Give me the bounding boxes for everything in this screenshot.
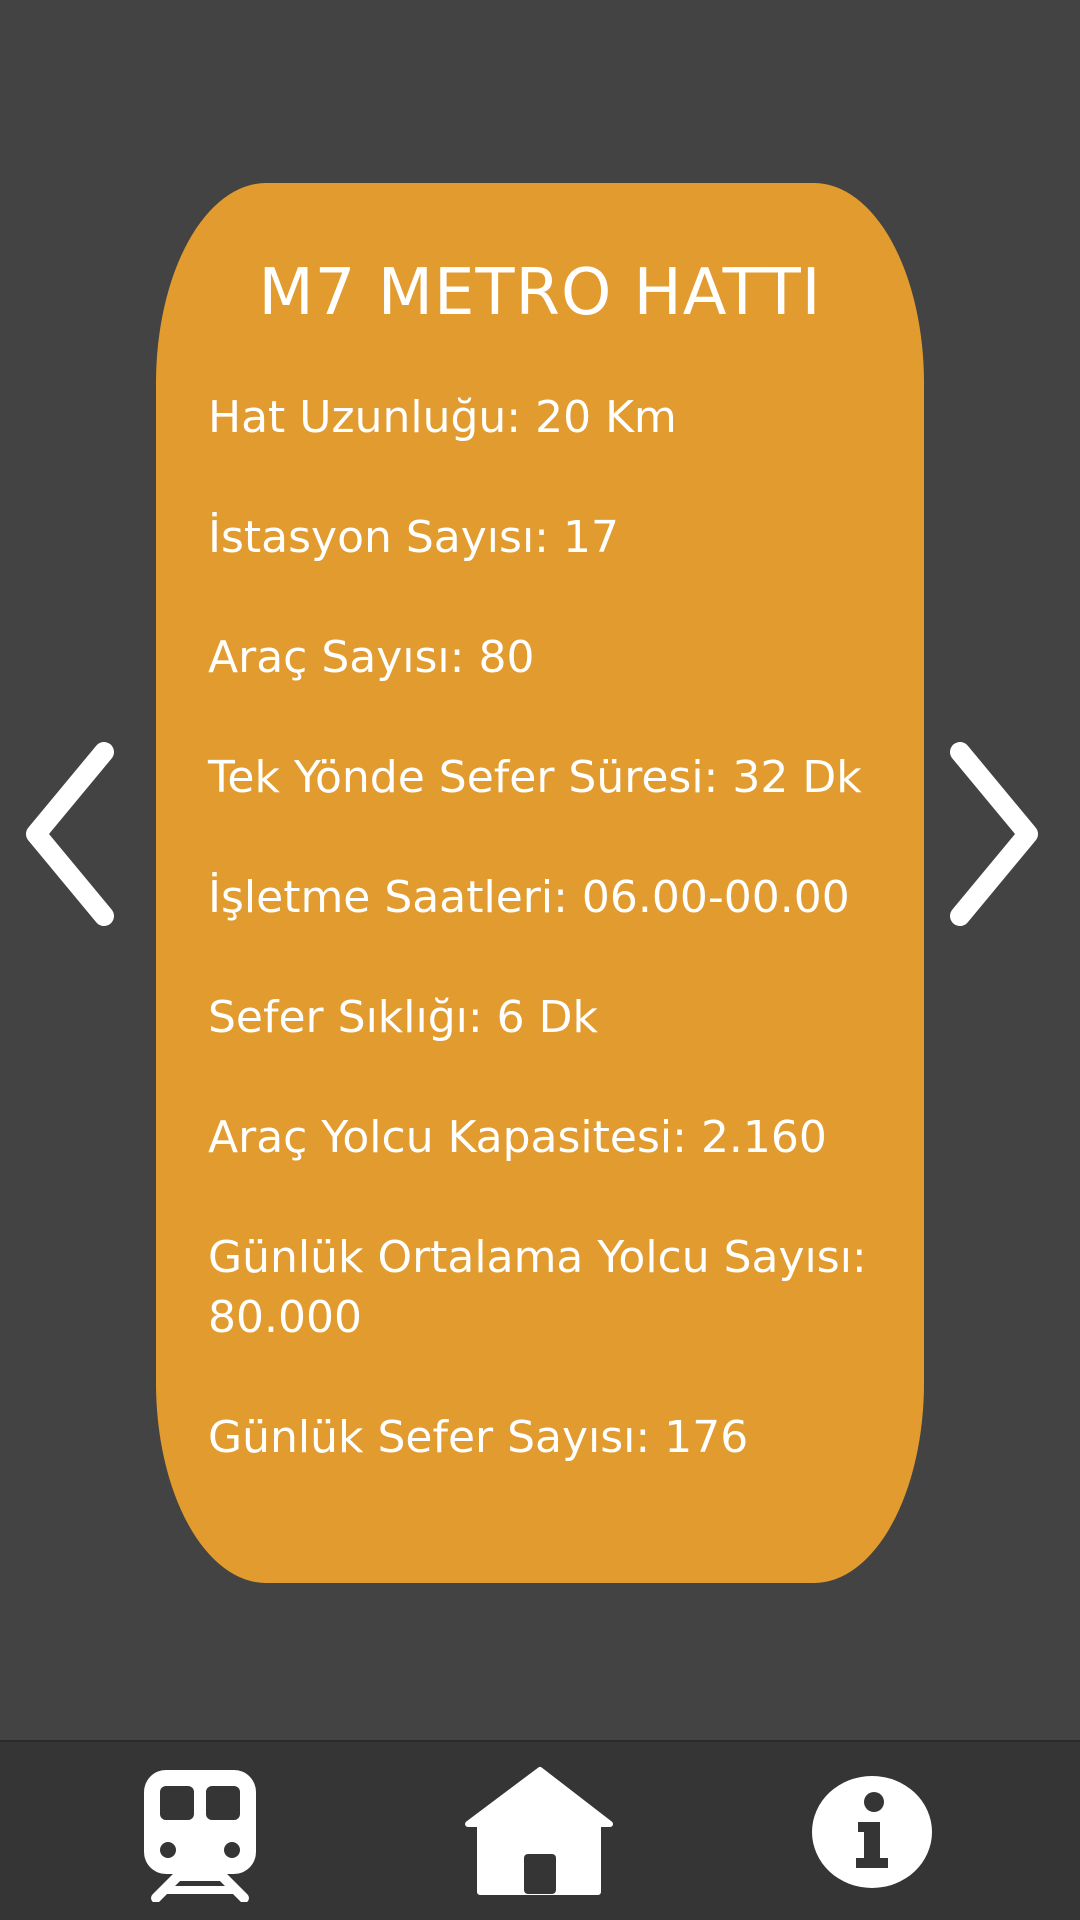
tab-home[interactable]: [460, 1762, 620, 1902]
tab-lines[interactable]: [120, 1762, 280, 1902]
info-row-daily-trips: Günlük Sefer Sayısı: 176: [208, 1412, 749, 1463]
info-row-line-length: Hat Uzunluğu: 20 Km: [208, 392, 677, 443]
bottom-navigation-bar: [0, 1740, 1080, 1920]
info-row-trip-duration: Tek Yönde Sefer Süresi: 32 Dk: [208, 752, 862, 803]
info-row-vehicle-count: Araç Sayısı: 80: [208, 632, 535, 683]
train-icon: [144, 1770, 256, 1902]
previous-line-button[interactable]: [14, 740, 124, 930]
info-icon: [812, 1776, 932, 1888]
info-row-frequency: Sefer Sıklığı: 6 Dk: [208, 992, 599, 1043]
tab-info[interactable]: [792, 1762, 952, 1902]
chevron-right-icon: [950, 742, 1038, 926]
info-row-station-count: İstasyon Sayısı: 17: [208, 512, 619, 563]
card-title: M7 METRO HATTI: [258, 256, 822, 330]
info-row-vehicle-capacity: Araç Yolcu Kapasitesi: 2.160: [208, 1112, 827, 1163]
info-list: Hat Uzunluğu: 20 Km İstasyon Sayısı: 17 …: [208, 388, 884, 1528]
chevron-left-icon: [26, 742, 114, 926]
info-row-operating-hours: İşletme Saatleri: 06.00-00.00: [208, 872, 850, 923]
info-row-daily-passengers: Günlük Ortalama Yolcu Sayısı: 80.000: [208, 1232, 867, 1343]
next-line-button[interactable]: [940, 740, 1050, 930]
home-icon: [465, 1767, 613, 1895]
line-info-card: M7 METRO HATTI Hat Uzunluğu: 20 Km İstas…: [156, 183, 924, 1583]
